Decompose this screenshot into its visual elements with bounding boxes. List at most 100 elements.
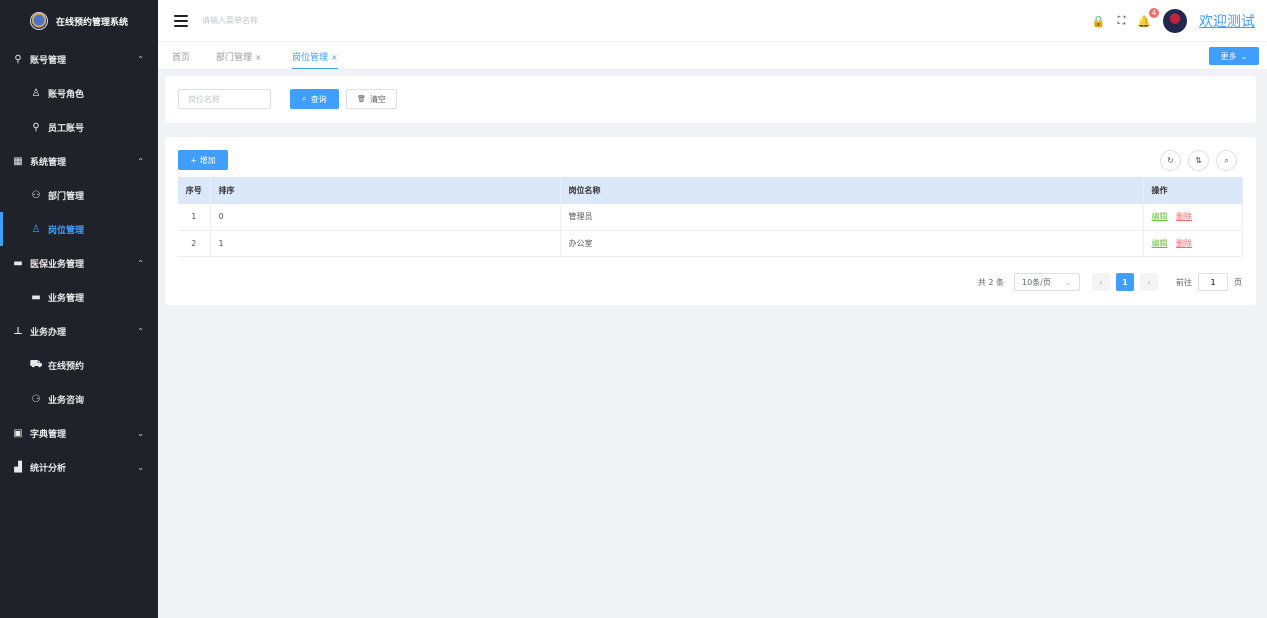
sidebar-item-label: 业务咨询 — [48, 395, 85, 406]
delete-link[interactable]: 删除 — [1176, 239, 1192, 248]
sidebar-item-label: 账号管理 — [30, 55, 67, 66]
page-size-select[interactable]: 10条/页 ⌄ — [1014, 273, 1080, 291]
chat-icon: ⚆ — [31, 393, 41, 405]
sidebar-item-2[interactable]: ⚲ 员工账号 — [0, 110, 158, 144]
table-panel: + 增加 ↻ ⇅ ⌕ 序号 排序 岗位名称 操作 1 0 管理员 编辑 删除 2… — [165, 137, 1256, 305]
header-actions: 🔒 ⛶ 🔔 4 欢迎测试 — [1092, 0, 1255, 42]
sidebar-item-label: 医保业务管理 — [30, 259, 85, 270]
delete-link[interactable]: 删除 — [1176, 212, 1192, 221]
row-post-name: 管理员 — [560, 204, 1144, 231]
user-icon: ⚲ — [14, 53, 22, 65]
page-unit-label: 页 — [1234, 277, 1242, 287]
column-header: 排序 — [210, 177, 561, 204]
tab-label: 岗位管理 — [292, 53, 329, 63]
tab-post[interactable]: 岗位管理 × — [292, 50, 338, 69]
chevron-down-icon: ⌄ — [1240, 51, 1248, 61]
row-actions: 编辑 删除 — [1143, 230, 1243, 257]
close-icon[interactable]: × — [331, 53, 338, 62]
add-button[interactable]: + 增加 — [178, 150, 228, 170]
sidebar-item-12[interactable]: ▟ 统计分析 ⌄ — [0, 450, 158, 484]
post-table: 序号 排序 岗位名称 操作 1 0 管理员 编辑 删除 2 1 办公室 编辑 删… — [178, 177, 1243, 257]
sidebar-item-9[interactable]: ⛟ 在线预约 — [0, 348, 158, 382]
clear-button-label: 清空 — [369, 94, 386, 104]
post-name-input[interactable] — [178, 89, 271, 109]
tab-department[interactable]: 部门管理 × — [216, 50, 262, 63]
search-button-label: 查询 — [310, 94, 327, 104]
column-header: 岗位名称 — [560, 177, 1144, 204]
truck-icon: ⛟ — [29, 358, 43, 370]
sidebar-item-label: 业务管理 — [48, 293, 85, 304]
pagination: 共 2 条 10条/页 ⌄ ‹ 1 › 前往 页 — [978, 273, 1242, 291]
next-page-button[interactable]: › — [1140, 273, 1158, 291]
user-icon: ⚲ — [32, 121, 40, 133]
sidebar-item-10[interactable]: ⚆ 业务咨询 — [0, 382, 158, 416]
bell-icon[interactable]: 🔔 4 — [1137, 6, 1160, 28]
tab-home[interactable]: 首页 — [172, 50, 190, 63]
row-index: 1 — [178, 204, 211, 231]
dictionary-icon: ▣ — [13, 427, 23, 439]
sidebar-item-0[interactable]: ⚲ 账号管理 ⌃ — [0, 42, 158, 76]
column-header: 操作 — [1143, 177, 1243, 204]
welcome-link[interactable]: 欢迎测试 — [1199, 11, 1255, 31]
sidebar-item-label: 统计分析 — [30, 463, 67, 474]
sidebar-item-label: 部门管理 — [48, 191, 85, 202]
goto-label: 前往 — [1176, 277, 1192, 287]
sidebar-item-8[interactable]: ⊥ 业务办理 ⌃ — [0, 314, 158, 348]
sidebar-item-4[interactable]: ⚇ 部门管理 — [0, 178, 158, 212]
sidebar-item-11[interactable]: ▣ 字典管理 ⌄ — [0, 416, 158, 450]
lock-icon[interactable]: 🔒 — [1092, 15, 1106, 28]
prev-page-button[interactable]: ‹ — [1092, 273, 1110, 291]
edit-link[interactable]: 编辑 — [1152, 212, 1168, 221]
row-sort: 0 — [210, 204, 561, 231]
row-index: 2 — [178, 230, 211, 257]
total-count: 共 2 条 — [977, 277, 1004, 287]
toggle-search-icon[interactable]: ⌕ — [1216, 150, 1237, 171]
grid-icon: ▦ — [13, 155, 23, 167]
menu-toggle-icon[interactable] — [174, 14, 188, 27]
tab-bar: 首页 部门管理 × 岗位管理 × 更多 ⌄ — [158, 42, 1267, 70]
refresh-icon[interactable]: ↻ — [1160, 150, 1181, 171]
fullscreen-icon[interactable]: ⛶ — [1118, 14, 1126, 28]
goto-page-input[interactable] — [1198, 273, 1228, 291]
app-title: 在线预约管理系统 — [56, 17, 129, 28]
sidebar-item-5[interactable]: ♙ 岗位管理 — [0, 212, 158, 246]
sidebar-item-3[interactable]: ▦ 系统管理 ⌃ — [0, 144, 158, 178]
sidebar-item-label: 业务办理 — [30, 327, 67, 338]
sidebar-item-label: 系统管理 — [30, 157, 67, 168]
sidebar-item-7[interactable]: ▬ 业务管理 — [0, 280, 158, 314]
notification-badge: 4 — [1148, 6, 1160, 19]
sidebar-item-6[interactable]: ▬ 医保业务管理 ⌃ — [0, 246, 158, 280]
page-number[interactable]: 1 — [1116, 273, 1134, 291]
more-label: 更多 — [1220, 51, 1237, 61]
page-size-value: 10条/页 — [1022, 277, 1051, 287]
post-icon: ♙ — [31, 223, 41, 235]
user-role-icon: ♙ — [31, 87, 41, 99]
search-button[interactable]: ⌕ 查询 — [290, 89, 339, 109]
more-button[interactable]: 更多 ⌄ — [1209, 47, 1259, 65]
department-icon: ⚇ — [31, 189, 41, 201]
trash-icon: 🗑 — [357, 95, 366, 103]
sidebar-item-1[interactable]: ♙ 账号角色 — [0, 76, 158, 110]
chevron-down-icon: ⌄ — [137, 462, 144, 472]
avatar[interactable] — [1163, 9, 1187, 33]
brand: 在线预约管理系统 — [0, 0, 158, 42]
briefcase-icon: ▬ — [13, 257, 23, 269]
chevron-up-icon: ⌃ — [137, 156, 144, 166]
close-icon[interactable]: × — [255, 53, 262, 62]
row-actions: 编辑 删除 — [1143, 204, 1243, 231]
tab-label: 部门管理 — [216, 53, 253, 63]
table-header-row: 序号 排序 岗位名称 操作 — [178, 177, 1243, 204]
sidebar-menu: ⚲ 账号管理 ⌃ ♙ 账号角色 ⚲ 员工账号 ▦ 系统管理 ⌃ ⚇ 部门管理 ♙ 岗位管理 ▬ 医保业务管理 ⌃… — [0, 42, 158, 484]
brand-logo-icon — [30, 12, 48, 30]
sidebar-item-label: 岗位管理 — [48, 225, 85, 236]
chevron-down-icon: ⌄ — [137, 428, 144, 438]
briefcase-icon: ▬ — [31, 291, 41, 303]
edit-link[interactable]: 编辑 — [1152, 239, 1168, 248]
row-sort: 1 — [210, 230, 561, 257]
tab-label: 首页 — [172, 53, 191, 63]
chevron-up-icon: ⌃ — [137, 326, 144, 336]
clear-button[interactable]: 🗑 清空 — [346, 89, 397, 109]
row-post-name: 办公室 — [560, 230, 1144, 257]
menu-search-input[interactable] — [202, 16, 402, 25]
columns-icon[interactable]: ⇅ — [1188, 150, 1209, 171]
